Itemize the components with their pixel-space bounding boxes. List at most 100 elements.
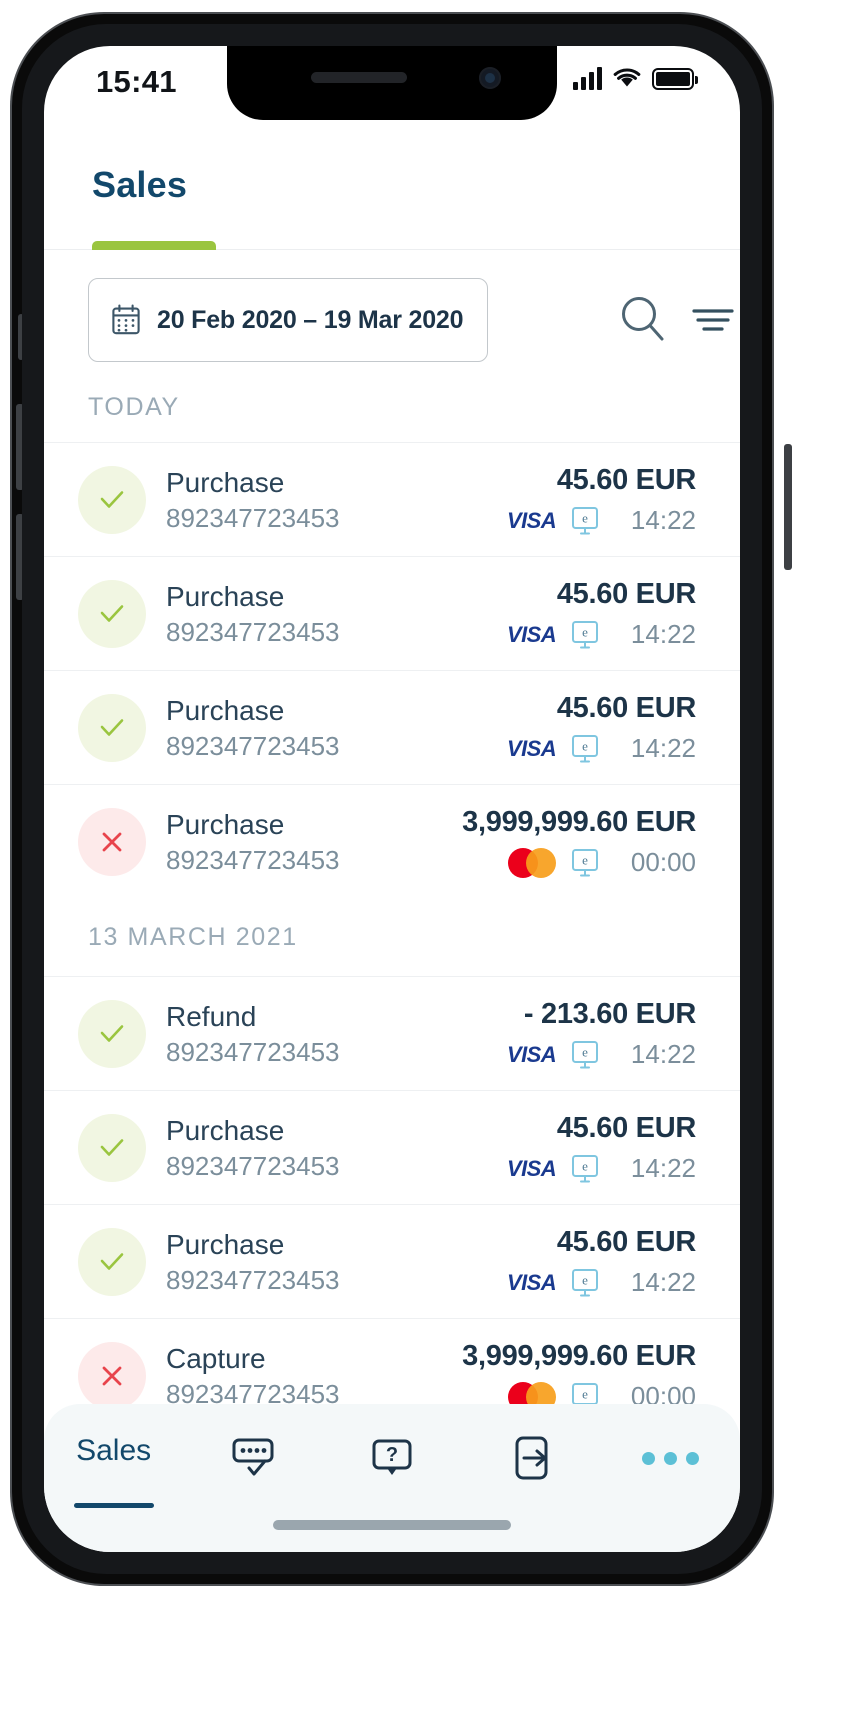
close-icon	[102, 1366, 122, 1385]
transaction-amount-block: - 213.60 EUR VISA e 14:22	[504, 996, 696, 1070]
visa-icon: VISA	[507, 507, 557, 533]
transaction-amount-block: 45.60 EUR VISA e 14:22	[504, 1110, 696, 1184]
transaction-id: 892347723453	[166, 1150, 340, 1181]
earpiece-speaker	[311, 72, 407, 83]
ecommerce-icon: e	[572, 848, 598, 877]
pin-chat-check-icon	[232, 1438, 274, 1476]
transaction-time: 14:22	[630, 505, 696, 536]
transaction-meta: VISA e 14:22	[504, 1153, 696, 1185]
transaction-time: 14:22	[630, 1039, 696, 1070]
svg-text:e: e	[582, 1272, 588, 1287]
tab-sales[interactable]: Sales	[92, 164, 216, 250]
visa-icon: VISA	[507, 735, 557, 761]
search-icon[interactable]	[614, 290, 672, 348]
transaction-type: Purchase	[166, 466, 285, 498]
transaction-id: 892347723453	[166, 844, 340, 875]
nav-item-help[interactable]: ?	[322, 1434, 461, 1514]
nav-item-sales[interactable]: Sales	[44, 1434, 183, 1514]
notch	[227, 46, 557, 120]
transaction-id: 892347723453	[166, 1036, 340, 1067]
visa-icon: VISA	[507, 1155, 557, 1181]
transaction-info: Refund 892347723453	[166, 999, 504, 1069]
transaction-amount-block: 45.60 EUR VISA e 14:22	[504, 576, 696, 650]
tab-active-indicator	[92, 241, 216, 250]
table-row[interactable]: Purchase 892347723453 3,999,999.60 EUR e	[44, 784, 740, 898]
transaction-time: 14:22	[630, 1153, 696, 1184]
check-icon	[100, 490, 124, 508]
cellular-signal-icon	[573, 66, 602, 90]
transaction-amount-block: 45.60 EUR VISA e 14:22	[504, 690, 696, 764]
svg-text:e: e	[582, 852, 588, 867]
transaction-info: Purchase 892347723453	[166, 693, 504, 763]
status-badge	[78, 1113, 146, 1182]
ecommerce-icon: e	[572, 1268, 598, 1297]
table-row[interactable]: Purchase 892347723453 45.60 EUR VISA e 1…	[44, 1204, 740, 1318]
table-row[interactable]: Purchase 892347723453 45.60 EUR VISA e 1…	[44, 1090, 740, 1204]
visa-icon: VISA	[507, 1041, 557, 1067]
transaction-info: Purchase 892347723453	[166, 1227, 504, 1297]
transaction-info: Purchase 892347723453	[166, 579, 504, 649]
date-range-label: 20 Feb 2020 – 19 Mar 2020	[157, 305, 464, 334]
svg-text:e: e	[582, 1158, 588, 1173]
transaction-meta: VISA e 14:22	[504, 505, 696, 537]
date-range-picker[interactable]: 20 Feb 2020 – 19 Mar 2020	[88, 278, 488, 362]
ecommerce-icon: e	[572, 1040, 598, 1069]
phone-bezel: 15:41 Sales 20 Feb 2020 – 19 Mar 2020 TO…	[22, 24, 762, 1574]
group-header: TODAY	[44, 372, 740, 442]
transaction-time: 14:22	[630, 1267, 696, 1298]
nav-item-transactions[interactable]	[183, 1434, 322, 1514]
transaction-amount: - 213.60 EUR	[523, 998, 696, 1031]
transaction-meta: VISA e 14:22	[504, 733, 696, 765]
transaction-type: Refund	[166, 1000, 257, 1032]
ecommerce-icon: e	[572, 506, 598, 535]
nav-item-logout[interactable]	[462, 1434, 601, 1514]
transaction-time: 14:22	[630, 619, 696, 650]
status-badge	[78, 465, 146, 534]
transactions-list[interactable]: TODAY Purchase 892347723453 45.60 EUR VI…	[44, 372, 740, 1552]
transaction-info: Purchase 892347723453	[166, 807, 462, 877]
transaction-type: Purchase	[166, 580, 285, 612]
transaction-amount: 3,999,999.60 EUR	[462, 1340, 696, 1373]
svg-text:e: e	[582, 738, 588, 753]
front-camera	[479, 67, 501, 89]
ecommerce-icon: e	[572, 620, 598, 649]
ecommerce-icon: e	[572, 734, 598, 763]
status-badge	[78, 1341, 146, 1410]
status-indicators	[573, 66, 698, 90]
transaction-amount: 45.60 EUR	[556, 692, 696, 725]
mastercard-icon	[504, 847, 556, 878]
transaction-amount: 45.60 EUR	[556, 1112, 696, 1145]
status-badge	[78, 999, 146, 1068]
transaction-amount-block: 3,999,999.60 EUR e 00:00	[462, 804, 696, 878]
table-row[interactable]: Refund 892347723453 - 213.60 EUR VISA e	[44, 976, 740, 1090]
transaction-time: 00:00	[630, 847, 696, 878]
check-icon	[100, 1138, 124, 1156]
nav-item-more[interactable]	[601, 1434, 740, 1514]
table-row[interactable]: Purchase 892347723453 45.60 EUR VISA e 1…	[44, 556, 740, 670]
filter-bar: 20 Feb 2020 – 19 Mar 2020	[44, 250, 740, 390]
check-icon	[100, 1252, 124, 1270]
transaction-id: 892347723453	[166, 502, 340, 533]
power-button[interactable]	[784, 444, 792, 570]
transaction-meta: VISA e 14:22	[504, 1039, 696, 1071]
home-indicator[interactable]	[273, 1520, 511, 1530]
transaction-amount-block: 45.60 EUR VISA e 14:22	[504, 462, 696, 536]
tab-sales-label: Sales	[92, 164, 188, 205]
phone-screen: 15:41 Sales 20 Feb 2020 – 19 Mar 2020 TO…	[44, 46, 740, 1552]
status-badge	[78, 693, 146, 762]
transaction-type: Purchase	[166, 694, 285, 726]
check-icon	[100, 604, 124, 622]
svg-text:e: e	[582, 510, 588, 525]
transaction-meta: VISA e 14:22	[504, 619, 696, 651]
nav-active-indicator	[73, 1503, 154, 1508]
status-badge	[78, 1227, 146, 1296]
transaction-info: Capture 892347723453	[166, 1341, 462, 1411]
filter-icon[interactable]	[684, 290, 740, 348]
transaction-amount: 45.60 EUR	[556, 578, 696, 611]
check-icon	[100, 1024, 124, 1042]
more-dots-icon	[641, 1452, 699, 1465]
table-row[interactable]: Purchase 892347723453 45.60 EUR VISA e 1…	[44, 442, 740, 556]
transaction-id: 892347723453	[166, 1264, 340, 1295]
svg-text:e: e	[582, 1386, 588, 1401]
table-row[interactable]: Purchase 892347723453 45.60 EUR VISA e 1…	[44, 670, 740, 784]
